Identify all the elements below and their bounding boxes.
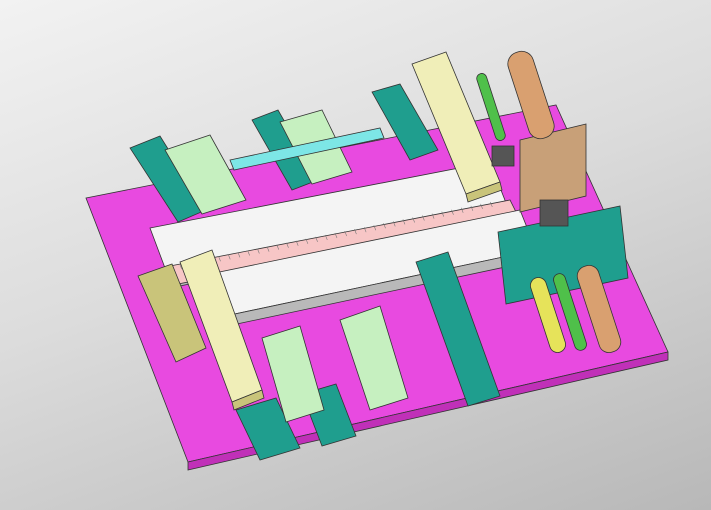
right-tan-panel bbox=[519, 123, 587, 213]
machine-assembly-model[interactable] bbox=[0, 0, 711, 510]
sensor-block-1 bbox=[539, 199, 569, 227]
cad-viewport[interactable] bbox=[0, 0, 711, 510]
sensor-block-2 bbox=[491, 145, 515, 167]
